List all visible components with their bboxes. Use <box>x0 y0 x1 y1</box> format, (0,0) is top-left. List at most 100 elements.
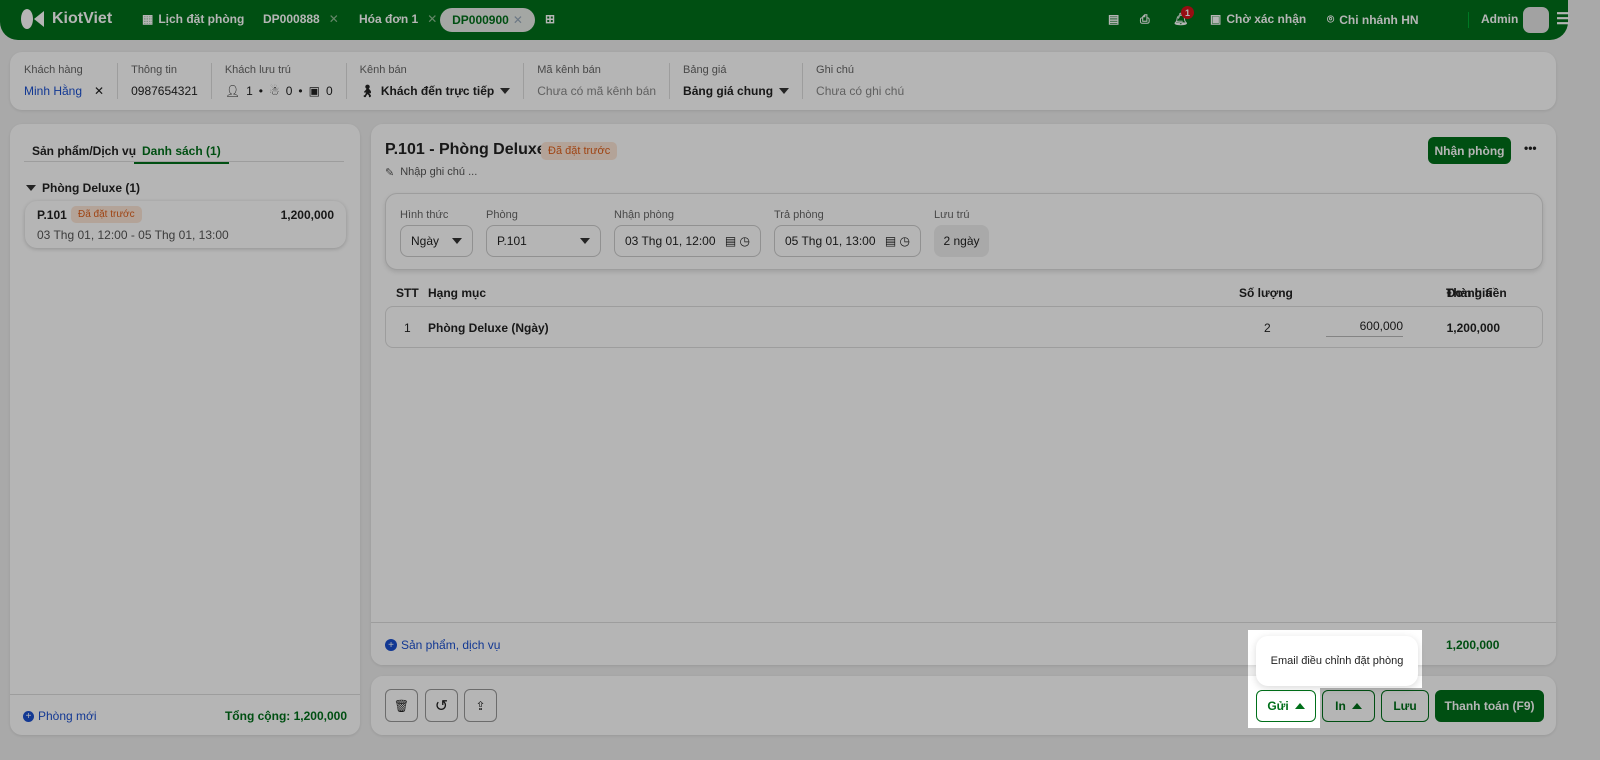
label: Thông tin <box>131 64 177 76</box>
stay-duration: 2 ngày <box>934 225 989 257</box>
pending-button[interactable]: ▣ Chờ xác nhận <box>1210 12 1306 26</box>
avatar[interactable] <box>1523 7 1549 33</box>
close-icon[interactable]: ✕ <box>329 12 339 26</box>
branch-label: Chi nhánh HN <box>1339 12 1419 27</box>
location-pin-icon: ⌾ <box>1327 12 1335 26</box>
label: Lưu trú <box>934 209 970 221</box>
chevron-down-icon <box>580 238 590 244</box>
bell-icon[interactable]: 🔔︎ 1 <box>1173 6 1194 26</box>
close-icon[interactable]: ✕ <box>513 13 523 27</box>
calendar-edit-icon: ▣ <box>1210 12 1222 26</box>
tab-label: DP000888 <box>263 12 320 26</box>
guests-field[interactable]: Khách lưu trú 👤︎ 1 • ☃ 0 • ▣ 0 <box>225 64 333 98</box>
divider <box>523 63 525 99</box>
calendar-clock-icon[interactable]: ▤ ◷ <box>885 234 910 248</box>
table-row[interactable]: 1 Phòng Deluxe (Ngày) 2 600,000 1,200,00… <box>385 306 1543 348</box>
note-field[interactable]: Ghi chú Chưa có ghi chú <box>816 64 904 98</box>
history-button[interactable]: ↺ <box>425 689 458 722</box>
cell-item: Phòng Deluxe (Ngày) <box>428 321 549 335</box>
channel-code-field[interactable]: Mã kênh bán Chưa có mã kênh bán <box>537 64 656 98</box>
label: Hình thức <box>400 209 449 221</box>
document-icon[interactable]: ▤ <box>1108 12 1119 26</box>
customer-bar: Khách hàng Minh Hằng ✕ Thông tin 0987654321… <box>10 52 1556 110</box>
checkin-value: 03 Thg 01, 12:00 <box>625 234 716 248</box>
top-bar: KiotViet ▦ Lịch đặt phòng DP000888 ✕ Hóa đ… <box>0 0 1570 40</box>
price-input[interactable]: 600,000 <box>1326 319 1403 337</box>
chevron-down-icon <box>779 88 790 94</box>
total: Tổng cộng: 1,200,000 <box>224 709 347 723</box>
clear-icon[interactable]: ✕ <box>94 84 104 98</box>
plus-circle-icon: + <box>23 710 34 722</box>
delete-button[interactable]: 🗑︎ <box>385 689 418 722</box>
kiotviet-logo-icon <box>21 9 44 29</box>
branch-button[interactable]: ⌾ Chi nhánh HN <box>1327 12 1419 27</box>
id-count: 0 <box>325 84 333 98</box>
divider <box>117 63 119 99</box>
booking-form: Hình thức Ngày Phòng P.101 Nhận phòng 03… <box>385 193 1543 270</box>
checkin-datetime[interactable]: 03 Thg 01, 12:00 ▤ ◷ <box>614 225 761 257</box>
file-upload-icon: ⇪ <box>475 698 486 713</box>
calendar-icon: ▦ <box>142 12 154 26</box>
calendar-clock-icon[interactable]: ▤ ◷ <box>725 234 750 248</box>
logo[interactable]: KiotViet <box>20 8 112 30</box>
history-icon: ↺ <box>434 697 449 715</box>
group-header[interactable]: Phòng Deluxe (1) <box>26 181 140 195</box>
note-input[interactable]: ✎ Nhập ghi chú ... <box>385 166 477 179</box>
tab-dp000900[interactable]: DP000900 ✕ <box>440 8 535 32</box>
menu-item-email-adjust-booking[interactable]: Email điều chỉnh đặt phòng <box>1271 655 1404 667</box>
id-card-icon: ▣ <box>308 84 320 98</box>
subtotal: 1,200,000 <box>1446 638 1500 652</box>
status-badge: Đã đặt trước <box>541 142 618 160</box>
check-in-button[interactable]: Nhận phòng <box>1428 137 1511 164</box>
chevron-down-icon <box>500 88 511 94</box>
room-dates: 03 Thg 01, 12:00 - 05 Thg 01, 13:00 <box>37 228 229 242</box>
print-label: In <box>1335 699 1346 713</box>
customer-field: Khách hàng Minh Hằng ✕ <box>24 64 104 98</box>
hamburger-menu-icon[interactable]: ☰ <box>1556 9 1570 29</box>
print-button[interactable]: In <box>1322 690 1375 722</box>
channel-value: Khách đến trực tiếp <box>380 84 495 98</box>
walking-icon: 🚶︎ <box>359 84 375 98</box>
note-input[interactable]: Chưa có ghi chú <box>816 84 904 98</box>
chevron-down-icon <box>26 185 36 191</box>
page-title: P.101 - Phòng Deluxe <box>385 141 546 158</box>
label: Phòng <box>486 209 518 221</box>
pricebook-field[interactable]: Bảng giá Bảng giá chung <box>683 64 790 98</box>
more-options-icon[interactable]: ••• <box>1524 141 1537 155</box>
room-select[interactable]: P.101 <box>486 225 601 257</box>
type-value: Ngày <box>411 234 440 248</box>
label: Khách lưu trú <box>224 64 291 76</box>
new-tab-icon[interactable]: ⊞ <box>545 12 555 26</box>
new-room-button[interactable]: + Phòng mới <box>23 709 97 723</box>
export-button[interactable]: ⇪ <box>464 689 497 722</box>
label: Nhận phòng <box>614 209 674 221</box>
cell-total: 1,200,000 <box>1446 321 1500 335</box>
room-value: P.101 <box>497 234 527 248</box>
chevron-down-icon <box>452 238 462 244</box>
send-label: Gửi <box>1267 699 1289 713</box>
type-select[interactable]: Ngày <box>400 225 473 257</box>
chevron-up-icon <box>1351 703 1362 709</box>
cell-qty: 2 <box>1264 321 1271 335</box>
plus-circle-icon: + <box>385 639 397 651</box>
tab-list[interactable]: Danh sách (1) <box>134 144 229 164</box>
tab-products[interactable]: Sản phẩm/Dịch vụ <box>32 144 136 158</box>
save-button[interactable]: Lưu <box>1381 690 1429 722</box>
nav-calendar[interactable]: ▦ Lịch đặt phòng <box>142 12 244 26</box>
tab-dp000888[interactable]: DP000888 ✕ <box>263 12 339 26</box>
customer-name[interactable]: Minh Hằng <box>24 84 82 98</box>
close-icon[interactable]: ✕ <box>427 12 437 26</box>
left-panel: Sản phẩm/Dịch vụ Danh sách (1) Phòng Del… <box>10 124 360 735</box>
room-name: P.101 <box>37 208 67 222</box>
printer-icon[interactable]: ⎙ <box>1140 12 1150 27</box>
channel-field[interactable]: Kênh bán 🚶︎ Khách đến trực tiếp <box>360 64 511 98</box>
checkout-datetime[interactable]: 05 Thg 01, 13:00 ▤ ◷ <box>774 225 921 257</box>
tab-label: Hóa đơn 1 <box>359 12 419 26</box>
room-list-item[interactable]: P.101 Đã đặt trước 1,200,000 03 Thg 01, … <box>25 201 346 248</box>
pay-button[interactable]: Thanh toán (F9) <box>1435 690 1544 722</box>
user-menu[interactable]: Admin <box>1481 12 1518 26</box>
channel-code-input[interactable]: Chưa có mã kênh bán <box>537 84 656 98</box>
add-service-button[interactable]: + Sản phẩm, dịch vụ <box>385 638 500 652</box>
send-button[interactable]: Gửi <box>1256 690 1316 722</box>
tab-hoa-don-1[interactable]: Hóa đơn 1 ✕ <box>359 12 437 26</box>
